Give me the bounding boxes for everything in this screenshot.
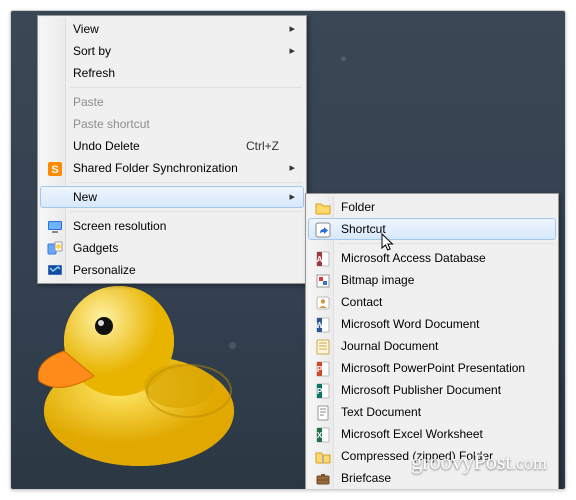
label: Microsoft Excel Worksheet (341, 427, 483, 441)
menu-item-shared-folder-sync[interactable]: S Shared Folder Synchronization (40, 157, 304, 179)
svg-text:P: P (317, 365, 323, 374)
menu-item-view[interactable]: View (40, 18, 304, 40)
label: Personalize (73, 263, 136, 277)
word-icon: W (315, 317, 331, 333)
cursor-pointer-icon (381, 233, 397, 253)
submenu-item-publisher[interactable]: P Microsoft Publisher Document (308, 379, 556, 401)
menu-separator (70, 182, 302, 183)
label: View (73, 22, 99, 36)
label: Gadgets (73, 241, 118, 255)
submenu-item-journal[interactable]: Journal Document (308, 335, 556, 357)
personalize-icon (47, 263, 63, 279)
submenu-item-access[interactable]: A Microsoft Access Database (308, 247, 556, 269)
label: Microsoft Publisher Document (341, 383, 501, 397)
label: Journal Document (341, 339, 438, 353)
screen-resolution-icon (47, 219, 63, 235)
submenu-item-text[interactable]: Text Document (308, 401, 556, 423)
menu-separator (70, 87, 302, 88)
submenu-item-word[interactable]: W Microsoft Word Document (308, 313, 556, 335)
menu-item-gadgets[interactable]: Gadgets (40, 237, 304, 259)
menu-item-paste-shortcut: Paste shortcut (40, 113, 304, 135)
label: Sort by (73, 44, 111, 58)
svg-text:W: W (316, 321, 324, 330)
contact-icon (315, 295, 331, 311)
label: New (73, 190, 97, 204)
accelerator: Ctrl+Z (226, 139, 279, 153)
label: Refresh (73, 66, 115, 80)
label: Microsoft Word Document (341, 317, 480, 331)
briefcase-icon (315, 471, 331, 487)
label: Paste shortcut (73, 117, 150, 131)
label: Undo Delete (73, 139, 140, 153)
excel-icon: X (315, 427, 331, 443)
menu-item-paste: Paste (40, 91, 304, 113)
label: Microsoft PowerPoint Presentation (341, 361, 525, 375)
menu-separator (338, 243, 554, 244)
menu-item-undo-delete[interactable]: Undo Delete Ctrl+Z (40, 135, 304, 157)
submenu-item-contact[interactable]: Contact (308, 291, 556, 313)
submenu-item-excel[interactable]: X Microsoft Excel Worksheet (308, 423, 556, 445)
svg-text:A: A (317, 255, 323, 264)
sync-icon: S (47, 161, 63, 177)
submenu-item-powerpoint[interactable]: P Microsoft PowerPoint Presentation (308, 357, 556, 379)
text-icon (315, 405, 331, 421)
journal-icon (315, 339, 331, 355)
svg-text:P: P (317, 387, 323, 396)
watermark-brand: groovy (411, 449, 473, 474)
folder-icon (315, 200, 331, 216)
shortcut-icon (315, 222, 331, 238)
menu-separator (70, 211, 302, 212)
menu-item-personalize[interactable]: Personalize (40, 259, 304, 281)
submenu-item-folder[interactable]: Folder (308, 196, 556, 218)
label: Shared Folder Synchronization (73, 161, 238, 175)
label: Contact (341, 295, 382, 309)
svg-text:X: X (317, 431, 323, 440)
new-submenu[interactable]: Folder Shortcut A Microsoft Access Datab… (305, 193, 559, 490)
label: Bitmap image (341, 273, 414, 287)
menu-item-sort-by[interactable]: Sort by (40, 40, 304, 62)
menu-item-screen-resolution[interactable]: Screen resolution (40, 215, 304, 237)
publisher-icon: P (315, 383, 331, 399)
watermark: groovyPost.com (411, 449, 547, 475)
desktop-context-menu[interactable]: View Sort by Refresh Paste Paste shortcu… (37, 15, 307, 284)
watermark-tld: .com (512, 453, 548, 473)
submenu-item-shortcut[interactable]: Shortcut (308, 218, 556, 240)
powerpoint-icon: P (315, 361, 331, 377)
watermark-suffix: Post (474, 449, 512, 474)
zip-icon (315, 449, 331, 465)
rubber-duck-wallpaper-object (29, 271, 249, 471)
access-icon: A (315, 251, 331, 267)
svg-text:S: S (51, 164, 58, 176)
label: Microsoft Access Database (341, 251, 486, 265)
label: Shortcut (341, 222, 386, 236)
label: Briefcase (341, 471, 391, 485)
label: Folder (341, 200, 375, 214)
submenu-item-bitmap[interactable]: Bitmap image (308, 269, 556, 291)
gadgets-icon (47, 241, 63, 257)
bitmap-icon (315, 273, 331, 289)
label: Text Document (341, 405, 421, 419)
menu-item-new[interactable]: New (40, 186, 304, 208)
label: Paste (73, 95, 104, 109)
label: Screen resolution (73, 219, 166, 233)
menu-item-refresh[interactable]: Refresh (40, 62, 304, 84)
desktop-screenshot: View Sort by Refresh Paste Paste shortcu… (10, 10, 566, 490)
